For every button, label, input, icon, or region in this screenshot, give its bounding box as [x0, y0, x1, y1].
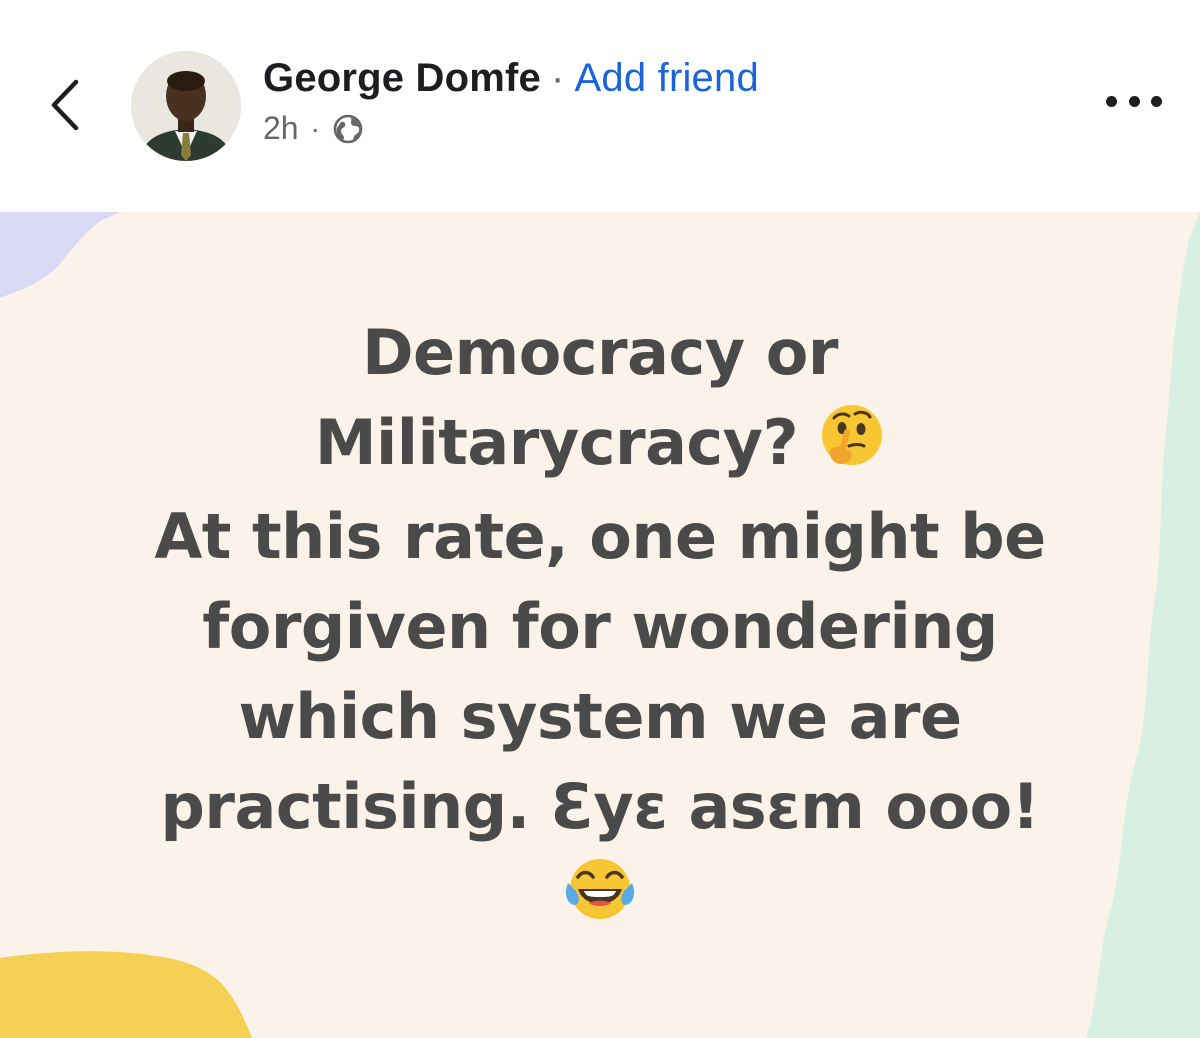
post-text-line-with-emoji: Militarycracy? — [100, 398, 1100, 492]
more-dot — [1128, 95, 1140, 107]
post-text-line: At this rate, one might be — [154, 499, 1046, 573]
post-text-line: practising. Ɛyɛ asɛm ooo! — [160, 769, 1040, 843]
globe-icon[interactable] — [332, 113, 364, 145]
thinking-face-emoji — [819, 402, 885, 492]
profile-photo — [131, 51, 241, 161]
post-text-emoji-line — [100, 852, 1100, 949]
chevron-left-icon — [51, 79, 79, 131]
more-dot — [1106, 95, 1117, 107]
post-header: George Domfe · Add friend 2h · — [0, 0, 1200, 212]
post-text: Democracy or Militarycracy? At this rate… — [100, 308, 1100, 949]
author-name[interactable]: George Domfe — [263, 56, 541, 100]
post-text-line: which system we are — [238, 679, 962, 753]
more-dot — [1151, 95, 1162, 107]
avatar[interactable] — [131, 51, 241, 161]
author-row: George Domfe · Add friend — [263, 56, 759, 101]
post-timestamp[interactable]: 2h — [263, 110, 299, 147]
post-background: Democracy or Militarycracy? At this rate… — [0, 212, 1200, 1038]
back-button[interactable] — [30, 62, 100, 148]
face-with-tears-of-joy-emoji — [564, 853, 636, 949]
add-friend-link[interactable]: Add friend — [575, 56, 759, 100]
post-text-line: Democracy or — [362, 316, 838, 389]
meta-separator: · — [310, 112, 320, 144]
post-meta: 2h · — [263, 110, 364, 147]
post-text-line: forgiven for wondering — [202, 589, 998, 663]
post-text-line: Militarycracy? — [314, 406, 799, 479]
name-separator: · — [551, 56, 565, 100]
more-options-button[interactable] — [1106, 86, 1162, 116]
